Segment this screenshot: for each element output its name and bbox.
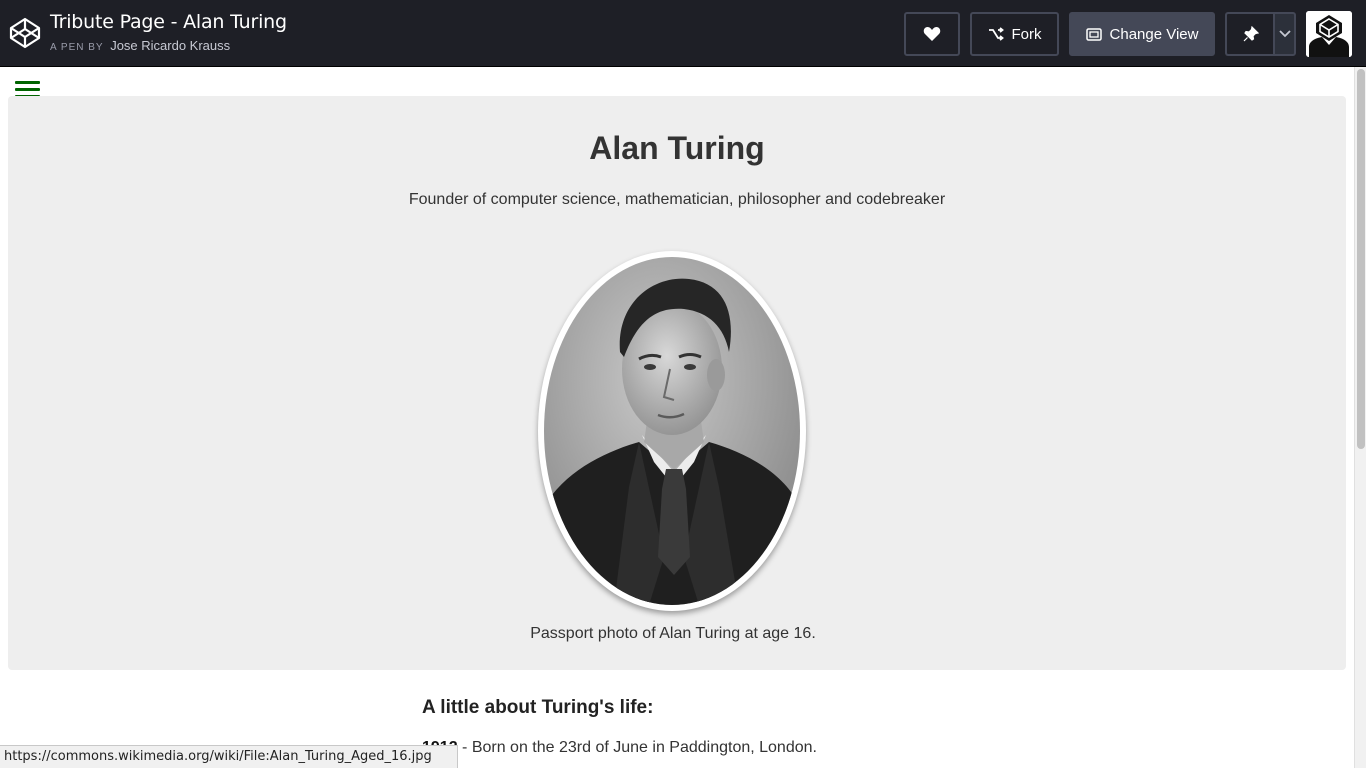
pin-button[interactable] — [1225, 12, 1275, 56]
pen-title: Tribute Page - Alan Turing — [50, 11, 287, 33]
pin-dropdown-button[interactable] — [1273, 12, 1296, 56]
change-view-label: Change View — [1109, 25, 1199, 43]
life-heading: A little about Turing's life: — [422, 697, 654, 718]
author-link[interactable]: Jose Ricardo Krauss — [110, 38, 230, 53]
scrollbar-thumb[interactable] — [1357, 69, 1365, 449]
user-avatar[interactable] — [1306, 11, 1352, 57]
codepen-logo-icon[interactable] — [8, 16, 42, 50]
portrait-caption: Passport photo of Alan Turing at age 16. — [530, 625, 816, 642]
chevron-down-icon — [1278, 30, 1291, 38]
portrait-image[interactable] — [538, 251, 806, 611]
change-view-button[interactable]: Change View — [1069, 12, 1215, 56]
portrait-photo — [544, 257, 800, 605]
timeline-item: 1912 - Born on the 23rd of June in Paddi… — [422, 739, 817, 757]
link-status-bar: https://commons.wikimedia.org/wiki/File:… — [0, 745, 458, 768]
heart-icon — [923, 27, 941, 41]
heart-button[interactable] — [904, 12, 960, 56]
tribute-page: Alan Turing Founder of computer science,… — [0, 67, 1354, 768]
page-scrollbar[interactable] — [1354, 67, 1366, 768]
fork-label: Fork — [1011, 25, 1042, 43]
fork-button[interactable]: Fork — [970, 12, 1059, 56]
timeline-text: - Born on the 23rd of June in Paddington… — [457, 739, 817, 756]
hero-section: Alan Turing Founder of computer science,… — [8, 96, 1346, 670]
pen-by-label: A PEN BY — [50, 42, 104, 53]
pen-byline: A PEN BY Jose Ricardo Krauss — [50, 38, 230, 53]
codepen-header: Tribute Page - Alan Turing A PEN BY Jose… — [0, 0, 1366, 67]
page-title: Alan Turing — [589, 130, 765, 166]
avatar-icon — [1306, 11, 1352, 57]
pin-icon — [1243, 26, 1259, 42]
fork-icon — [988, 27, 1004, 41]
page-subtitle: Founder of computer science, mathematici… — [408, 191, 946, 208]
change-view-icon — [1085, 27, 1102, 41]
